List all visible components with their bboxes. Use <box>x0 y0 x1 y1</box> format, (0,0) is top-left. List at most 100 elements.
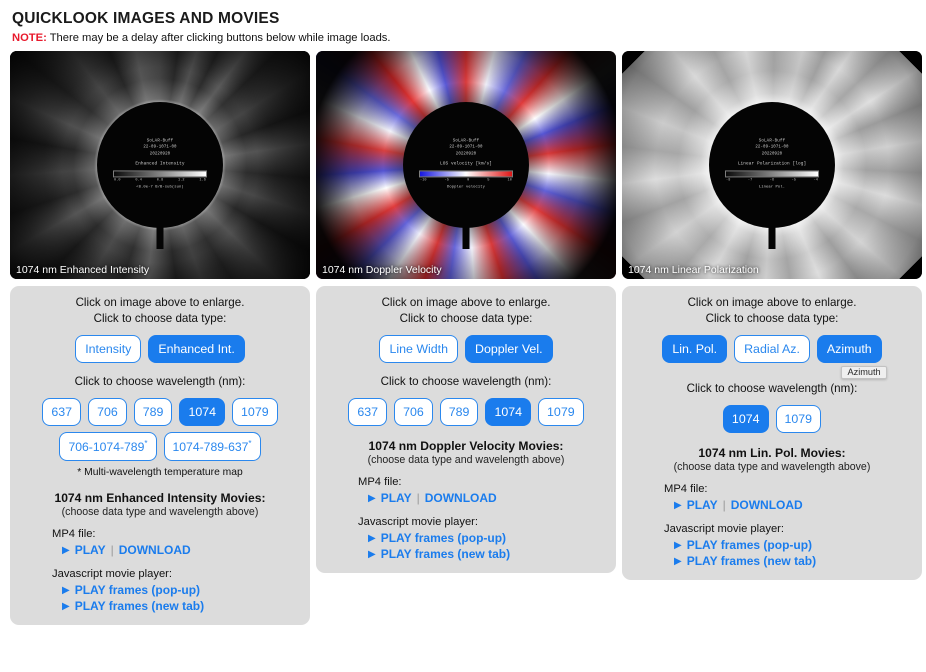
movie-links: MP4 file: ▶ PLAY | DOWNLOAD Javascript m… <box>664 483 912 568</box>
multi-label: 1074-789-637 <box>172 440 249 455</box>
js-newtab-link-row: ▶ PLAY frames (new tab) <box>368 547 606 561</box>
multi-wavelength-button-row: 706-1074-789* 1074-789-637* <box>20 432 300 462</box>
wavelength-button-1079[interactable]: 1079 <box>775 404 822 434</box>
column-enhanced-intensity: SoLAR-Buff 22-09-1071-00 20220920 Enhanc… <box>10 51 310 626</box>
image-caption: 1074 nm Linear Polarization <box>628 264 759 276</box>
datatype-button-lin-pol[interactable]: Lin. Pol. <box>662 334 728 364</box>
wavelength-button-1079[interactable]: 1079 <box>232 397 278 427</box>
wavelength-hint: Click to choose wavelength (nm): <box>74 375 246 389</box>
play-frames-popup-link[interactable]: PLAY frames (pop-up) <box>687 538 812 552</box>
datatype-button-azimuth[interactable]: Azimuth Azimuth <box>816 334 887 380</box>
datatype-button-line-width[interactable]: Line Width <box>379 334 459 364</box>
wavelength-button-1074[interactable]: 1074 <box>485 397 532 427</box>
datatype-button-intensity[interactable]: Intensity <box>75 334 142 364</box>
link-separator: | <box>416 491 420 506</box>
play-triangle-icon: ▶ <box>62 544 70 556</box>
azimuth-tooltip: Azimuth <box>841 366 887 380</box>
datatype-hint: Click to choose data type: <box>93 312 227 326</box>
js-player-label: Javascript movie player: <box>664 523 784 536</box>
coronal-image-doppler-velocity[interactable]: SoLAR-Buff 22-09-1071-00 20220920 LOS ve… <box>316 51 616 279</box>
mp4-link-row: ▶ PLAY | DOWNLOAD <box>62 543 300 557</box>
js-newtab-link-row: ▶ PLAY frames (new tab) <box>62 599 300 613</box>
play-triangle-icon: ▶ <box>674 539 682 551</box>
multi-wavelength-button-706-1074-789[interactable]: 706-1074-789* <box>59 432 157 462</box>
movies-title: 1074 nm Enhanced Intensity Movies: <box>54 491 266 506</box>
mp4-play-link[interactable]: PLAY <box>381 491 412 505</box>
column-linear-polarization: SoLAR-Buff 22-09-1071-00 20220920 Linear… <box>622 51 922 581</box>
wavelength-hint: Click to choose wavelength (nm): <box>686 382 858 396</box>
controls-panel-enhanced-intensity: Click on image above to enlarge. Click t… <box>10 286 310 626</box>
js-popup-link-row: ▶ PLAY frames (pop-up) <box>62 583 300 597</box>
link-separator: | <box>110 543 114 558</box>
datatype-button-row: Lin. Pol. Radial Az. Azimuth Azimuth <box>632 334 912 380</box>
mp4-download-link[interactable]: DOWNLOAD <box>119 543 191 557</box>
enlarge-hint: Click on image above to enlarge. <box>75 296 245 309</box>
mp4-link-row: ▶ PLAY | DOWNLOAD <box>368 491 606 505</box>
play-triangle-icon: ▶ <box>368 532 376 544</box>
coronal-image-linear-polarization[interactable]: SoLAR-Buff 22-09-1071-00 20220920 Linear… <box>622 51 922 279</box>
column-doppler-velocity: SoLAR-Buff 22-09-1071-00 20220920 LOS ve… <box>316 51 616 574</box>
play-frames-newtab-link[interactable]: PLAY frames (new tab) <box>687 554 816 568</box>
note-text: There may be a delay after clicking butt… <box>49 32 391 44</box>
page-title: QUICKLOOK IMAGES AND MOVIES <box>12 10 280 27</box>
occulter-disk <box>403 102 529 228</box>
wavelength-button-706[interactable]: 706 <box>88 397 127 427</box>
movie-links: MP4 file: ▶ PLAY | DOWNLOAD Javascript m… <box>52 528 300 613</box>
mp4-play-link[interactable]: PLAY <box>75 543 106 557</box>
datatype-button-row: Intensity Enhanced Int. <box>20 334 300 364</box>
play-triangle-icon: ▶ <box>368 492 376 504</box>
controls-panel-linear-polarization: Click on image above to enlarge. Click t… <box>622 286 922 581</box>
coronal-image-enhanced-intensity[interactable]: SoLAR-Buff 22-09-1071-00 20220920 Enhanc… <box>10 51 310 279</box>
mp4-label: MP4 file: <box>52 528 96 541</box>
mp4-link-row: ▶ PLAY | DOWNLOAD <box>674 498 912 512</box>
mp4-download-link[interactable]: DOWNLOAD <box>425 491 497 505</box>
wavelength-button-706[interactable]: 706 <box>394 397 433 427</box>
mp4-download-link[interactable]: DOWNLOAD <box>731 498 803 512</box>
play-frames-popup-link[interactable]: PLAY frames (pop-up) <box>381 531 506 545</box>
multi-star: * <box>248 439 252 449</box>
play-frames-newtab-link[interactable]: PLAY frames (new tab) <box>381 547 510 561</box>
js-popup-link-row: ▶ PLAY frames (pop-up) <box>674 538 912 552</box>
wavelength-button-789[interactable]: 789 <box>439 397 479 427</box>
datatype-button-doppler-vel[interactable]: Doppler Vel. <box>465 334 553 364</box>
image-caption: 1074 nm Doppler Velocity <box>322 264 442 276</box>
occulter-disk <box>97 102 223 228</box>
mp4-label: MP4 file: <box>664 483 708 496</box>
enlarge-hint: Click on image above to enlarge. <box>381 296 551 309</box>
wavelength-button-637[interactable]: 637 <box>348 397 388 427</box>
wavelength-button-1079[interactable]: 1079 <box>538 397 584 427</box>
datatype-hint: Click to choose data type: <box>399 312 533 326</box>
movies-subtitle: (choose data type and wavelength above) <box>61 506 259 519</box>
play-triangle-icon: ▶ <box>62 584 70 596</box>
play-frames-newtab-link[interactable]: PLAY frames (new tab) <box>75 599 204 613</box>
js-player-label: Javascript movie player: <box>52 568 172 581</box>
datatype-button-azimuth-label: Azimuth <box>826 341 872 356</box>
wavelength-button-789[interactable]: 789 <box>133 397 173 427</box>
wavelength-button-1074[interactable]: 1074 <box>179 397 226 427</box>
multi-label: 706-1074-789 <box>68 440 145 455</box>
controls-panel-doppler-velocity: Click on image above to enlarge. Click t… <box>316 286 616 574</box>
note-line: NOTE: There may be a delay after clickin… <box>12 32 916 44</box>
datatype-button-row: Line Width Doppler Vel. <box>326 334 606 364</box>
multi-wavelength-button-1074-789-637[interactable]: 1074-789-637* <box>163 432 261 462</box>
play-triangle-icon: ▶ <box>674 555 682 567</box>
movies-subtitle: (choose data type and wavelength above) <box>673 461 871 474</box>
note-flag: NOTE: <box>12 32 47 44</box>
mp4-play-link[interactable]: PLAY <box>687 498 718 512</box>
wavelength-button-1074[interactable]: 1074 <box>722 404 769 434</box>
play-triangle-icon: ▶ <box>368 548 376 560</box>
quicklook-page: QUICKLOOK IMAGES AND MOVIES NOTE: There … <box>0 0 926 672</box>
wavelength-button-row: 637 706 789 1074 1079 <box>20 397 300 427</box>
datatype-hint: Click to choose data type: <box>705 312 839 326</box>
panel-columns: SoLAR-Buff 22-09-1071-00 20220920 Enhanc… <box>10 51 922 626</box>
datatype-button-radial-az[interactable]: Radial Az. <box>734 334 810 364</box>
wavelength-hint: Click to choose wavelength (nm): <box>380 375 552 389</box>
play-triangle-icon: ▶ <box>62 600 70 612</box>
wavelength-button-637[interactable]: 637 <box>42 397 82 427</box>
mp4-label: MP4 file: <box>358 476 402 489</box>
datatype-button-enhanced-int[interactable]: Enhanced Int. <box>148 334 245 364</box>
movies-title: 1074 nm Doppler Velocity Movies: <box>368 439 564 454</box>
occulter-disk <box>709 102 835 228</box>
play-frames-popup-link[interactable]: PLAY frames (pop-up) <box>75 583 200 597</box>
wavelength-button-row: 637 706 789 1074 1079 <box>326 397 606 427</box>
